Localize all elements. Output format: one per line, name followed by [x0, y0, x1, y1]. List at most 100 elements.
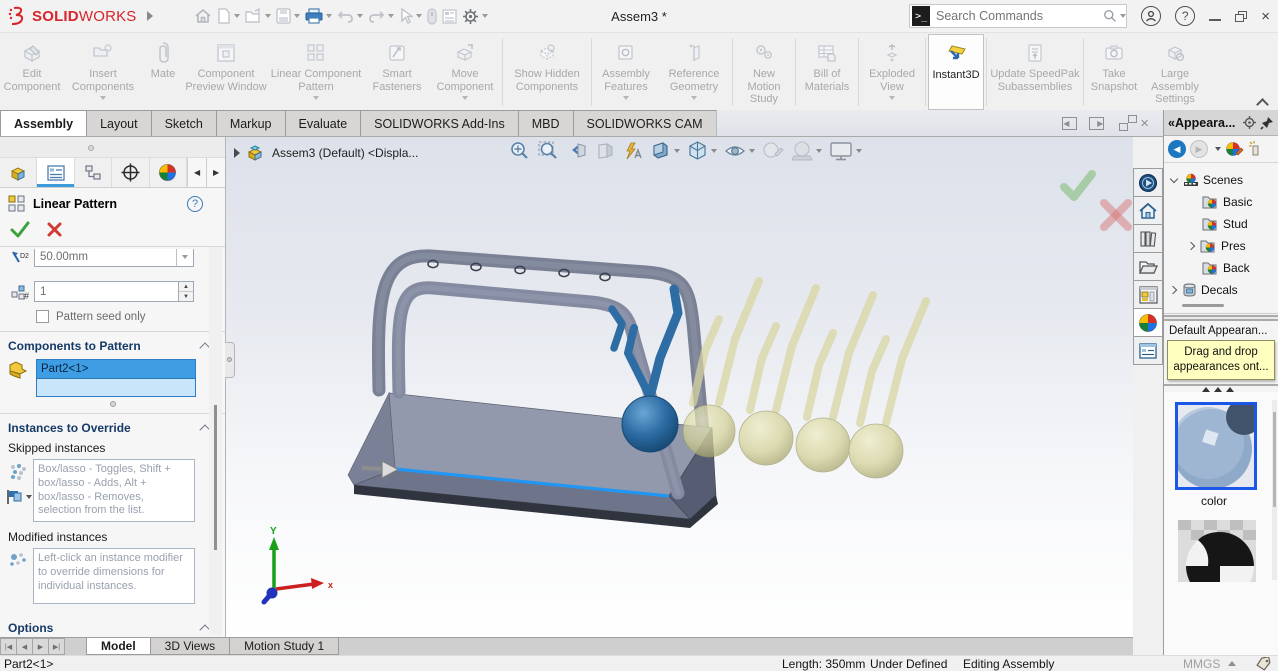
- configuration-manager-tab[interactable]: [75, 158, 113, 187]
- exploded-view-button[interactable]: Exploded View: [861, 34, 923, 110]
- show-right-pane-button[interactable]: ▶: [1089, 116, 1105, 130]
- component-preview-window-button[interactable]: Component Preview Window: [184, 34, 268, 110]
- display-style-caret-icon[interactable]: [749, 148, 755, 153]
- tree-node-presentation-scenes[interactable]: Pres: [1164, 235, 1278, 257]
- tree-node-basic-scenes[interactable]: Basic: [1164, 191, 1278, 213]
- zoom-to-area-button[interactable]: [537, 140, 559, 161]
- propertymanager-tab[interactable]: [37, 158, 75, 187]
- search-input[interactable]: [930, 9, 1104, 23]
- save-caret-icon[interactable]: [293, 14, 300, 18]
- modified-instances-hint[interactable]: Left-click an instance modifier to overr…: [33, 548, 195, 604]
- last-tab-button[interactable]: ▶|: [48, 638, 65, 655]
- appearances-scenes-tab[interactable]: [1133, 308, 1163, 337]
- selected-component-item[interactable]: Part2<1>: [37, 360, 195, 379]
- task-pane-gear-icon[interactable]: [1242, 115, 1257, 130]
- instances-to-override-header[interactable]: Instances to Override: [0, 414, 225, 439]
- units-caret-icon[interactable]: [1228, 661, 1237, 666]
- move-component-caret-icon[interactable]: [462, 96, 468, 101]
- tab-mbd[interactable]: MBD: [517, 110, 574, 136]
- panel-edge-splitter[interactable]: [225, 342, 235, 378]
- status-units[interactable]: MMGS: [1183, 657, 1237, 671]
- linear-component-pattern-button[interactable]: Linear Component Pattern: [268, 34, 364, 110]
- selection-filter-flag-button[interactable]: [6, 489, 32, 505]
- pm-tabs-right-button[interactable]: ▶: [206, 158, 225, 187]
- expand-chevron-icon[interactable]: [1186, 241, 1196, 251]
- nav-history-caret-icon[interactable]: [1215, 147, 1221, 151]
- menu-flyout-arrow-icon[interactable]: [146, 11, 153, 21]
- cancel-x-button[interactable]: [46, 221, 63, 238]
- linear-component-pattern-caret-icon[interactable]: [313, 96, 319, 101]
- units-label[interactable]: MMGS: [1183, 657, 1220, 671]
- flag-caret-icon[interactable]: [25, 495, 32, 499]
- tab-solidworks-cam[interactable]: SOLIDWORKS CAM: [572, 110, 717, 136]
- instant3d-button[interactable]: Instant3D: [928, 34, 984, 110]
- tree-expand-arrow-icon[interactable]: [234, 148, 240, 158]
- graphics-viewport[interactable]: Y x Assem3 (Default) <Displa...: [226, 137, 1133, 637]
- confirm-cancel-corner[interactable]: [1098, 197, 1134, 238]
- assembly-features-caret-icon[interactable]: [623, 96, 629, 101]
- show-hidden-components-button[interactable]: Show Hidden Components: [505, 34, 589, 110]
- nav-forward-button[interactable]: ▶: [1190, 140, 1208, 158]
- undo-caret-icon[interactable]: [356, 14, 363, 18]
- view-settings-caret-icon[interactable]: [856, 148, 862, 153]
- open-file-caret-icon[interactable]: [264, 14, 271, 18]
- spin-up-icon[interactable]: ▲: [179, 282, 193, 292]
- custom-properties-tab[interactable]: [1133, 336, 1163, 365]
- tree-node-scenes[interactable]: Scenes: [1164, 169, 1278, 191]
- count-input[interactable]: 1: [34, 281, 179, 302]
- list-resize-handle[interactable]: [109, 401, 116, 407]
- restore-button[interactable]: [1235, 10, 1248, 22]
- tree-label-studio-scenes[interactable]: Stud: [1223, 217, 1248, 231]
- pm-scrollbar-thumb[interactable]: [214, 405, 217, 550]
- large-assembly-settings-button[interactable]: Large Assembly Settings: [1142, 34, 1208, 110]
- assembly-features-button[interactable]: Assembly Features: [594, 34, 658, 110]
- previous-view-button[interactable]: [566, 141, 588, 161]
- options-caret-icon[interactable]: [481, 14, 488, 18]
- pattern-seed-checkbox[interactable]: [36, 310, 49, 323]
- tab-sketch[interactable]: Sketch: [150, 110, 217, 136]
- count-spinner[interactable]: ▲ ▼: [179, 281, 194, 302]
- mouse-gestures-button[interactable]: [426, 6, 438, 27]
- reference-geometry-caret-icon[interactable]: [691, 96, 697, 101]
- insert-components-caret-icon[interactable]: [100, 96, 106, 101]
- redo-caret-icon[interactable]: [387, 14, 394, 18]
- tab-solidworks-addins[interactable]: SOLIDWORKS Add-Ins: [360, 110, 519, 136]
- show-left-pane-button[interactable]: ◀: [1062, 116, 1078, 130]
- pane-splitter[interactable]: [1164, 383, 1278, 392]
- print-caret-icon[interactable]: [325, 14, 332, 18]
- pm-scrollbar[interactable]: [209, 247, 222, 635]
- tree-label-decals[interactable]: Decals: [1201, 283, 1238, 297]
- ok-check-button[interactable]: [10, 221, 30, 238]
- spin-down-icon[interactable]: ▼: [179, 292, 193, 301]
- exploded-view-caret-icon[interactable]: [889, 96, 895, 101]
- redo-button[interactable]: [367, 7, 395, 26]
- view-orientation-caret-icon[interactable]: [711, 148, 717, 153]
- file-explorer-tab[interactable]: [1133, 252, 1163, 281]
- select-button[interactable]: [398, 6, 423, 26]
- print-button[interactable]: [304, 6, 333, 26]
- doc-close-button[interactable]: ×: [1140, 116, 1149, 131]
- update-speedpak-button[interactable]: Update SpeedPak Subassemblies: [989, 34, 1081, 110]
- spacing-combo-button[interactable]: [176, 249, 193, 266]
- motion-study-tab[interactable]: Motion Study 1: [229, 638, 340, 655]
- first-tab-button[interactable]: |◀: [0, 638, 17, 655]
- view-orientation-button[interactable]: [687, 140, 717, 161]
- appearance-thumb-color[interactable]: [1175, 401, 1257, 490]
- edit-component-button[interactable]: Edit Component: [0, 34, 64, 110]
- flyout-feature-tree[interactable]: Assem3 (Default) <Displa...: [234, 144, 418, 162]
- expand-chevron-icon[interactable]: [1168, 285, 1178, 295]
- model-canvas[interactable]: Y x: [226, 137, 1133, 637]
- options-header[interactable]: Options: [0, 614, 225, 637]
- display-style-button[interactable]: [724, 141, 755, 161]
- prev-tab-button[interactable]: ◀: [16, 638, 33, 655]
- search-commands-box[interactable]: >_: [909, 4, 1128, 28]
- featuremanager-tab[interactable]: [0, 158, 38, 187]
- solidworks-resources-tab[interactable]: [1133, 168, 1163, 197]
- home-button[interactable]: [193, 6, 213, 26]
- tab-layout[interactable]: Layout: [86, 110, 152, 136]
- bill-of-materials-button[interactable]: Bill of Materials: [798, 34, 856, 110]
- skipped-instances-hint[interactable]: Box/lasso - Toggles, Shift + box/lasso -…: [33, 459, 195, 522]
- pm-tabs-left-button[interactable]: ◀: [187, 158, 207, 187]
- tree-label-presentation-scenes[interactable]: Pres: [1221, 239, 1246, 253]
- section-cube-caret-icon[interactable]: [674, 148, 680, 153]
